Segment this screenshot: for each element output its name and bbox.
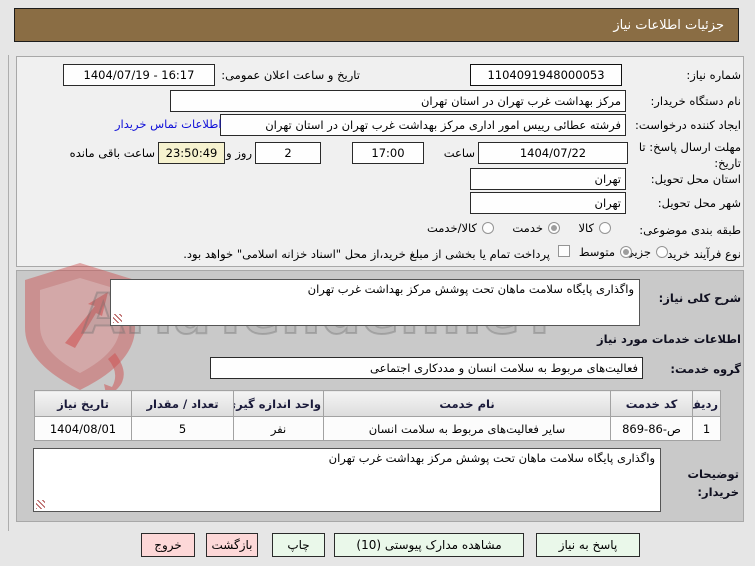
deadline-date-value[interactable]: 1404/07/22: [478, 142, 628, 164]
buyer-notes-textarea[interactable]: واگذاری پایگاه سلامت ماهان تحت پوشش مرکز…: [33, 448, 661, 512]
services-heading: اطلاعات خدمات مورد نیاز: [597, 332, 741, 346]
time-remaining-value: 23:50:49: [158, 142, 225, 164]
need-no-label: شماره نیاز:: [686, 68, 741, 82]
reply-to-need-button[interactable]: پاسخ به نیاز: [536, 533, 640, 557]
buyer-org-label: نام دستگاه خریدار:: [650, 94, 741, 108]
radio-option-goods-service[interactable]: کالا/خدمت: [427, 220, 494, 236]
cell-need-date: 1404/08/01: [34, 416, 132, 441]
view-attachments-button[interactable]: مشاهده مدارک پیوستی (10): [334, 533, 524, 557]
col-service-code: کد خدمت: [610, 390, 693, 417]
col-service-name: نام خدمت: [323, 390, 611, 417]
radio-label: کالا: [578, 221, 594, 235]
service-group-label: گروه خدمت:: [670, 362, 741, 376]
creator-label: ایجاد کننده درخواست:: [635, 118, 741, 132]
days-remaining-value[interactable]: 2: [255, 142, 321, 164]
buyer-contact-link[interactable]: اطلاعات تماس خریدار: [115, 117, 222, 131]
delivery-province-value[interactable]: تهران: [470, 168, 626, 190]
time-remaining-label: ساعت باقی مانده: [69, 146, 155, 160]
page-title: جزئیات اطلاعات نیاز: [14, 8, 739, 42]
table-row: 1 ص-86-869 سایر فعالیت‌های مربوط به سلام…: [34, 416, 721, 441]
radio-checked-icon[interactable]: [620, 246, 632, 258]
radio-label: متوسط: [578, 245, 615, 259]
need-desc-textarea[interactable]: واگذاری پایگاه سلامت ماهان تحت پوشش مرکز…: [110, 279, 640, 326]
exit-button[interactable]: خروج: [141, 533, 195, 557]
radio-option-medium[interactable]: متوسط: [579, 244, 632, 260]
delivery-province-label: استان محل تحویل:: [650, 172, 741, 186]
table-header-row: ردیف کد خدمت نام خدمت واحد اندازه گیری ت…: [34, 390, 721, 417]
subject-class-label: طبقه بندی موضوعی:: [639, 223, 741, 237]
announce-datetime-value[interactable]: 1404/07/19 - 16:17: [63, 64, 215, 86]
resize-grip-icon[interactable]: [113, 314, 122, 323]
buyer-org-value[interactable]: مرکز بهداشت غرب تهران در استان تهران: [170, 90, 626, 112]
process-type-label: نوع فرآیند خرید :: [659, 247, 741, 261]
service-group-value[interactable]: فعالیت‌های مربوط به سلامت انسان و مددکار…: [210, 357, 643, 379]
radio-label: خدمت: [512, 221, 543, 235]
cell-service-code: ص-86-869: [610, 416, 693, 441]
hour-label: ساعت: [443, 146, 475, 160]
cell-unit: نفر: [233, 416, 324, 441]
radio-icon[interactable]: [482, 222, 494, 234]
need-no-value[interactable]: 1104091948000053: [470, 64, 622, 86]
announce-datetime-label: تاریخ و ساعت اعلان عمومی:: [221, 68, 360, 82]
radio-checked-icon[interactable]: [548, 222, 560, 234]
deadline-label: مهلت ارسال پاسخ: تا تاریخ:: [638, 140, 741, 170]
creator-value[interactable]: فرشته عطائی رییس امور اداری مرکز بهداشت …: [220, 114, 626, 136]
radio-option-goods[interactable]: کالا: [578, 220, 611, 236]
col-need-date: تاریخ نیاز: [34, 390, 132, 417]
radio-icon[interactable]: [599, 222, 611, 234]
treasury-note: پرداخت تمام یا بخشی از مبلغ خرید،از محل …: [183, 247, 550, 261]
cell-row-no: 1: [692, 416, 721, 441]
radio-option-service[interactable]: خدمت: [512, 220, 560, 236]
services-table: ردیف کد خدمت نام خدمت واحد اندازه گیری ت…: [34, 390, 721, 441]
back-button[interactable]: بازگشت: [206, 533, 258, 557]
need-desc-label: شرح کلی نیاز:: [658, 291, 741, 305]
treasury-checkbox[interactable]: [558, 245, 570, 257]
deadline-time-value[interactable]: 17:00: [352, 142, 424, 164]
need-desc-text: واگذاری پایگاه سلامت ماهان تحت پوشش مرکز…: [307, 282, 634, 296]
print-button[interactable]: چاپ: [272, 533, 325, 557]
delivery-city-label: شهر محل تحویل:: [657, 196, 741, 210]
days-label: روز و: [226, 146, 252, 160]
col-row-no: ردیف: [692, 390, 721, 417]
cell-quantity: 5: [131, 416, 234, 441]
need-details-page: جزئیات اطلاعات نیاز شماره نیاز: 11040919…: [0, 0, 755, 566]
resize-grip-icon[interactable]: [36, 500, 45, 509]
buyer-notes-label: توضیحات خریدار:: [687, 467, 740, 499]
frame-divider: [8, 55, 9, 531]
radio-icon[interactable]: [656, 246, 668, 258]
radio-label: کالا/خدمت: [426, 221, 477, 235]
buyer-notes-text: واگذاری پایگاه سلامت ماهان تحت پوشش مرکز…: [328, 451, 655, 465]
cell-service-name: سایر فعالیت‌های مربوط به سلامت انسان: [323, 416, 611, 441]
col-quantity: تعداد / مقدار: [131, 390, 234, 417]
col-unit: واحد اندازه گیری: [233, 390, 324, 417]
delivery-city-value[interactable]: تهران: [470, 192, 626, 214]
